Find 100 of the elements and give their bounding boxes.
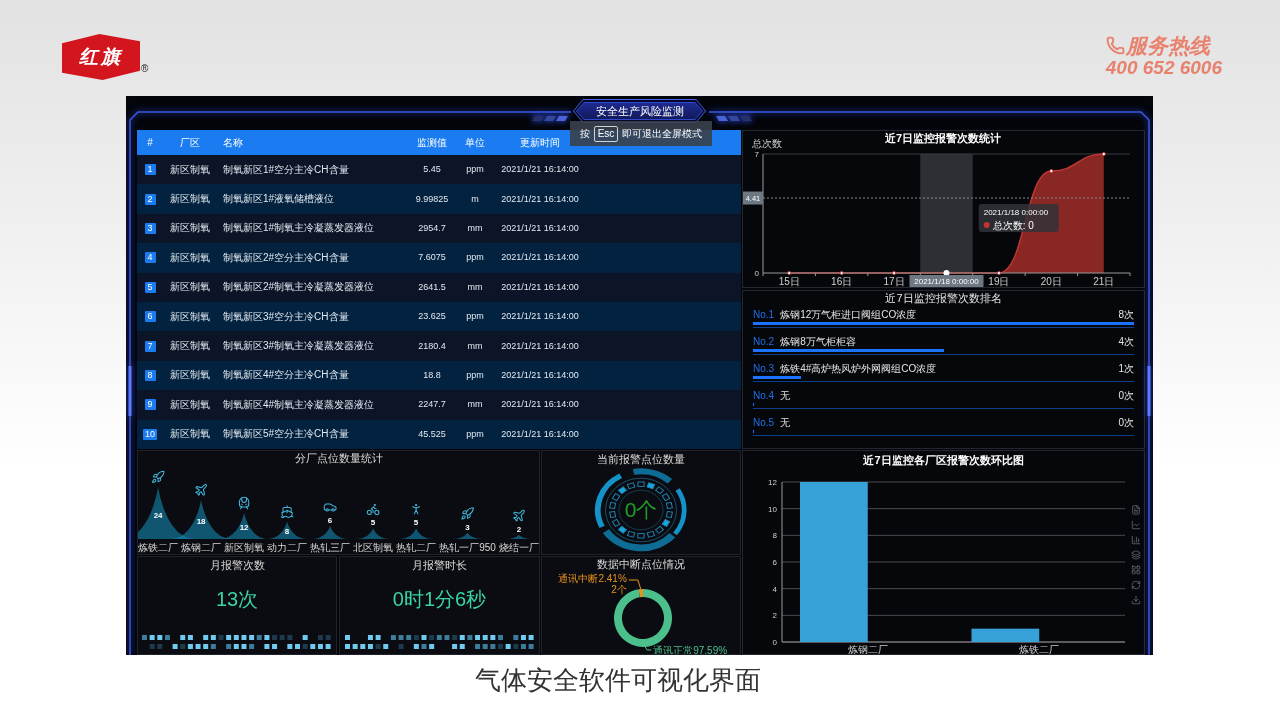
axis-title: 总次数: [752, 138, 782, 149]
table-cell: 2021/1/21 16:14:00: [501, 252, 579, 264]
data-label: 12: [239, 522, 249, 532]
table-cell: 2247.7: [418, 399, 446, 411]
axis-label: 热轧一厂950: [439, 542, 496, 553]
table-cell: 新区制氧: [170, 251, 210, 264]
axis-label: 炼钢二厂: [847, 644, 888, 654]
axis-label: 烧结一厂: [498, 542, 539, 553]
column-header: 监测值: [417, 136, 447, 149]
axis-label: 12: [768, 478, 777, 487]
table-cell: mm: [467, 340, 483, 352]
axis-label: 8: [772, 531, 777, 541]
data-label: 5: [413, 518, 419, 528]
esc-key: Esc: [593, 125, 619, 142]
table-cell: 2021/1/21 16:14:00: [501, 311, 579, 323]
data-label: 6: [327, 516, 333, 525]
column-header: 厂区: [180, 136, 200, 149]
table-cell: 2021/1/21 16:14:00: [501, 369, 579, 381]
rank-label: No.3: [753, 363, 775, 375]
index-badge: 8: [144, 369, 156, 381]
rank-label: No.5: [753, 417, 775, 429]
alarm-count: 8次: [1118, 309, 1134, 321]
axis-label: 动力二厂: [267, 542, 308, 553]
table-cell: 18.8: [423, 369, 441, 381]
rank-label: No.1: [753, 309, 775, 321]
table-cell: 2021/1/21 16:14:00: [501, 399, 579, 411]
hotline-number: 400 652 6006: [1105, 57, 1222, 79]
index-badge: 4: [144, 252, 156, 264]
pointer-date-tag: 2021/1/18 0:00:00: [909, 275, 984, 287]
table-cell: 2021/1/21 16:14:00: [501, 340, 579, 352]
table-cell: 新区制氧: [170, 281, 210, 294]
axis-label: 21日: [1093, 276, 1115, 287]
panel-title: 数据中断点位情况: [597, 558, 685, 571]
rank-label: No.2: [753, 336, 775, 348]
table-cell: 新区制氧: [170, 340, 210, 353]
table-cell: ppm: [466, 164, 484, 176]
tooltip-value: 总次数: 0: [992, 219, 1034, 231]
index-badge: 3: [144, 222, 156, 234]
index-badge: 7: [144, 340, 156, 352]
table-cell: 2180.4: [418, 340, 446, 352]
axis-label: 16日: [831, 276, 853, 287]
data-label: 24: [153, 510, 163, 520]
panel-title: 当前报警点位数量: [597, 452, 685, 466]
axis-label: 15日: [778, 276, 800, 287]
table-cell: mm: [467, 281, 483, 293]
column-header: 名称: [223, 136, 243, 149]
table-cell: 5.45: [423, 164, 441, 176]
alarm-count: 0次: [1118, 417, 1134, 429]
hint-text: 按: [579, 127, 590, 140]
table-cell: m: [471, 193, 479, 205]
panel-title: 分厂点位数量统计: [294, 451, 383, 465]
table-cell: ppm: [466, 428, 484, 440]
table-cell: 制氧新区5#空分主冷CH含量: [223, 428, 349, 441]
table-cell: 新区制氧: [170, 310, 210, 323]
axis-label: 20日: [1040, 276, 1062, 287]
axis-label: 炼钢二厂: [181, 542, 222, 553]
item-name: 炼铁4#高炉热风炉外网阀组CO浓度: [780, 363, 937, 375]
table-cell: mm: [467, 399, 483, 411]
table-cell: 2021/1/21 16:14:00: [501, 164, 579, 176]
dashboard-title: 安全生产风险监测: [595, 104, 684, 118]
table-cell: 制氧新区2#制氧主冷凝蒸发器液位: [223, 281, 375, 294]
table-cell: 新区制氧: [170, 222, 210, 235]
axis-label: 炼铁二厂: [1019, 644, 1060, 654]
table-cell: 9.99825: [415, 193, 449, 205]
alarm-count: 1次: [1118, 363, 1134, 375]
hint-text: 即可退出全屏模式: [622, 127, 703, 140]
table-cell: 2954.7: [418, 222, 446, 234]
item-name: 无: [780, 390, 791, 402]
axis-label: 0: [754, 269, 759, 278]
alarm-count: 4次: [1118, 336, 1134, 348]
table-cell: 制氧新区3#制氧主冷凝蒸发器液位: [223, 340, 375, 353]
rank-label: No.4: [753, 390, 775, 402]
index-badge: 6: [144, 311, 156, 323]
table-cell: 2021/1/21 16:14:00: [501, 222, 579, 234]
table-cell: 制氧新区4#制氧主冷凝蒸发器液位: [223, 398, 375, 411]
axis-label: 北区制氧: [353, 542, 394, 553]
slice-label: 通讯正常97.59%: [653, 644, 728, 654]
panel-title: 近7日监控报警次数排名: [885, 292, 1002, 305]
index-badge: 1: [144, 164, 156, 176]
hotline-label: 服务热线: [1125, 34, 1210, 57]
table-cell: 2021/1/21 16:14:00: [501, 428, 579, 440]
table-cell: ppm: [466, 311, 484, 323]
stat-value: 13次: [215, 587, 259, 611]
table-cell: mm: [467, 222, 483, 234]
table-cell: 制氧新区4#空分主冷CH含量: [223, 369, 349, 382]
data-label: 3: [465, 522, 470, 532]
table-cell: 新区制氧: [170, 369, 210, 382]
registered-mark: ®: [141, 64, 149, 74]
alarm-point-count: 0个: [624, 498, 658, 522]
axis-label: 7: [754, 150, 759, 159]
table-cell: 2021/1/21 16:14:00: [501, 193, 579, 205]
table-cell: 新区制氧: [170, 163, 210, 176]
axis-label: 2: [772, 611, 777, 621]
axis-label: 0: [772, 638, 777, 647]
tooltip-title: 2021/1/18 0:00:00: [983, 208, 1049, 217]
alarm-count: 0次: [1118, 390, 1134, 402]
table-cell: 制氧新区1#制氧主冷凝蒸发器液位: [223, 222, 375, 235]
stat-value: 0时1分6秒: [392, 587, 487, 611]
slice-label: 通讯中断2.41%: [558, 573, 627, 584]
table-cell: 制氧新区1#空分主冷CH含量: [223, 163, 349, 176]
